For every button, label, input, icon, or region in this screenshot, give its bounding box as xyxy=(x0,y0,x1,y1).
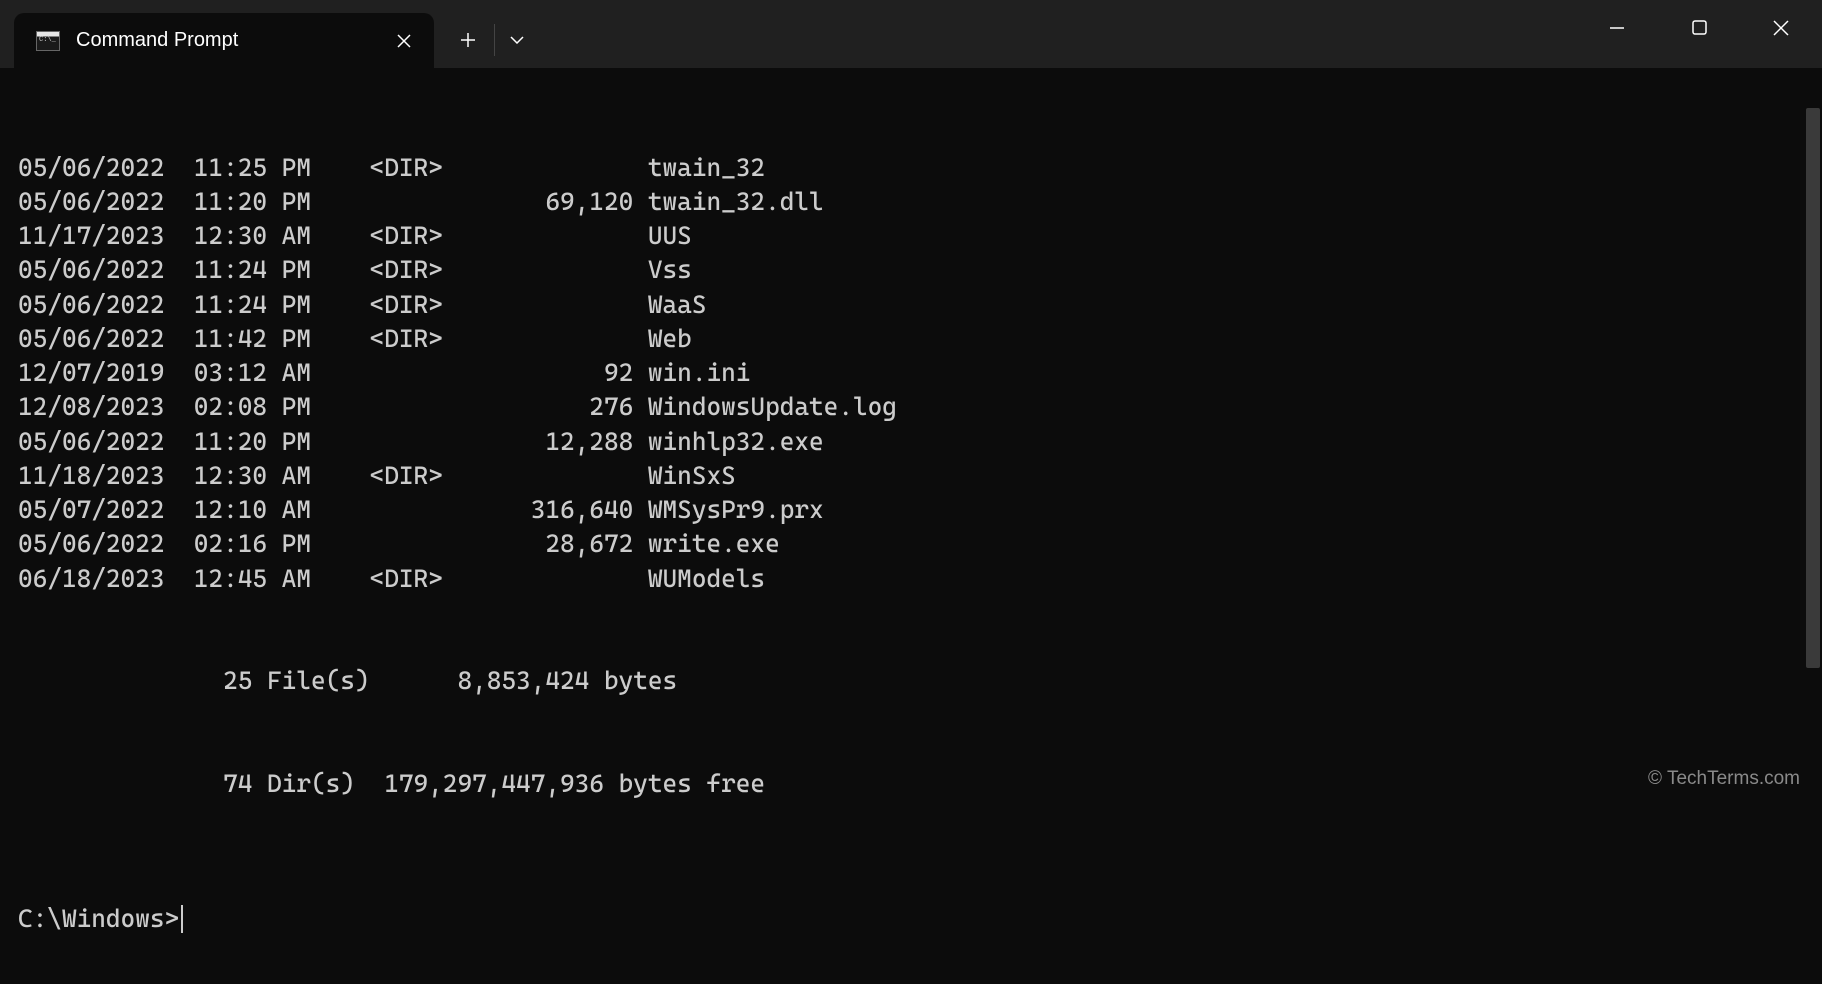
listing-row: 05/06/2022 11:24 PM <DIR> WaaS xyxy=(18,288,1804,322)
listing-row: 12/07/2019 03:12 AM 92 win.ini xyxy=(18,356,1804,390)
close-icon xyxy=(1773,20,1789,36)
summary-dirs: 74 Dir(s) 179,297,447,936 bytes free xyxy=(18,767,1804,801)
listing-row: 05/06/2022 11:25 PM <DIR> twain_32 xyxy=(18,151,1804,185)
listing-row: 05/06/2022 11:20 PM 69,120 twain_32.dll xyxy=(18,185,1804,219)
text-cursor xyxy=(181,905,183,933)
summary-files: 25 File(s) 8,853,424 bytes xyxy=(18,664,1804,698)
maximize-button[interactable] xyxy=(1658,0,1740,55)
listing-row: 11/17/2023 12:30 AM <DIR> UUS xyxy=(18,219,1804,253)
titlebar: Command Prompt xyxy=(0,0,1822,68)
new-tab-button[interactable] xyxy=(442,16,494,64)
terminal-output[interactable]: 05/06/2022 11:25 PM <DIR> twain_3205/06/… xyxy=(0,68,1822,984)
watermark-text: © TechTerms.com xyxy=(1648,768,1800,790)
tab-title: Command Prompt xyxy=(76,29,238,52)
prompt-line: C:\Windows> xyxy=(18,902,1804,936)
tab-command-prompt[interactable]: Command Prompt xyxy=(14,13,434,68)
listing-row: 05/06/2022 11:20 PM 12,288 winhlp32.exe xyxy=(18,425,1804,459)
tab-dropdown-button[interactable] xyxy=(495,16,539,64)
chevron-down-icon xyxy=(510,36,524,44)
listing-row: 12/08/2023 02:08 PM 276 WindowsUpdate.lo… xyxy=(18,390,1804,424)
listing-row: 11/18/2023 12:30 AM <DIR> WinSxS xyxy=(18,459,1804,493)
minimize-button[interactable] xyxy=(1576,0,1658,55)
directory-listing: 05/06/2022 11:25 PM <DIR> twain_3205/06/… xyxy=(18,151,1804,596)
listing-row: 05/07/2022 12:10 AM 316,640 WMSysPr9.prx xyxy=(18,493,1804,527)
window-controls xyxy=(1576,0,1822,55)
maximize-icon xyxy=(1692,20,1707,35)
prompt-text: C:\Windows> xyxy=(18,902,179,936)
plus-icon xyxy=(460,32,476,48)
scrollbar-track[interactable] xyxy=(1806,68,1820,796)
listing-row: 05/06/2022 11:42 PM <DIR> Web xyxy=(18,322,1804,356)
scrollbar-thumb[interactable] xyxy=(1806,108,1820,668)
cmd-icon xyxy=(36,31,60,51)
listing-row: 05/06/2022 11:24 PM <DIR> Vss xyxy=(18,253,1804,287)
tab-close-button[interactable] xyxy=(392,29,416,53)
listing-row: 06/18/2023 12:45 AM <DIR> WUModels xyxy=(18,562,1804,596)
minimize-icon xyxy=(1609,20,1625,36)
window-close-button[interactable] xyxy=(1740,0,1822,55)
listing-row: 05/06/2022 02:16 PM 28,672 write.exe xyxy=(18,527,1804,561)
close-icon xyxy=(397,34,411,48)
